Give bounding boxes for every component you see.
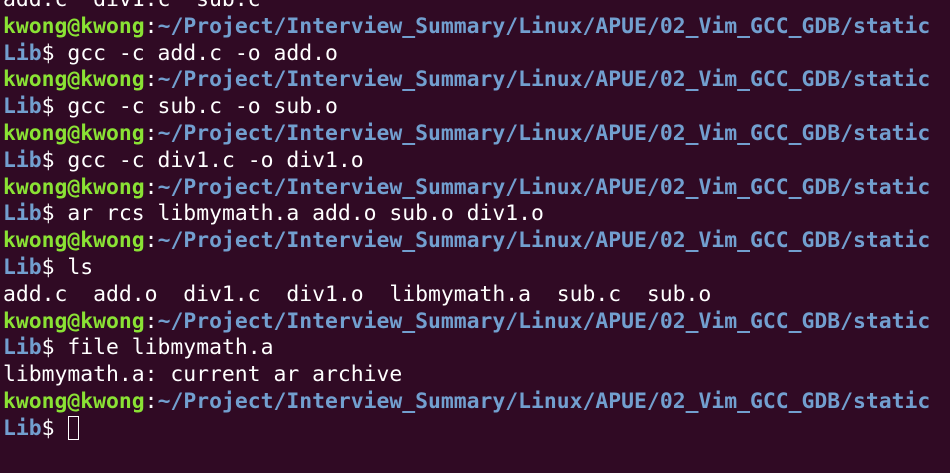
command-text: file libmymath.a: [67, 335, 274, 361]
user-host: kwong@kwong: [3, 228, 145, 254]
prompt-line-cont: Lib$ file libmymath.a: [3, 335, 950, 362]
prompt-symbol: $: [41, 94, 68, 120]
prompt-separator: :: [144, 388, 158, 414]
prompt-line: kwong@kwong:~/Project/Interview_Summary/…: [3, 121, 950, 148]
prompt-path-cont: Lib: [3, 147, 42, 173]
user-host: kwong@kwong: [3, 120, 145, 146]
prompt-line-cont: Lib$ ls: [3, 255, 950, 282]
prompt-symbol: $: [41, 335, 68, 361]
terminal-window[interactable]: add.c div1.c sub.c kwong@kwong:~/Project…: [0, 0, 950, 473]
command-text: gcc -c add.c -o add.o: [67, 40, 338, 66]
user-host: kwong@kwong: [3, 67, 145, 93]
prompt-path-cont: Lib: [3, 254, 42, 280]
user-host: kwong@kwong: [3, 174, 145, 200]
user-host: kwong@kwong: [3, 388, 145, 414]
prompt-path-cont: Lib: [3, 94, 42, 120]
command-text: gcc -c div1.c -o div1.o: [67, 147, 364, 173]
active-prompt-line[interactable]: Lib$: [3, 415, 950, 443]
cursor-block[interactable]: [68, 415, 80, 440]
prompt-path: ~/Project/Interview_Summary/Linux/APUE/0…: [157, 67, 931, 93]
prompt-separator: :: [144, 174, 158, 200]
prompt-path-cont: Lib: [3, 201, 42, 227]
prompt-separator: :: [144, 228, 158, 254]
prompt-line: kwong@kwong:~/Project/Interview_Summary/…: [3, 14, 950, 41]
ls-output: add.c add.o div1.c div1.o libmymath.a su…: [3, 281, 712, 307]
prompt-symbol: $: [41, 40, 68, 66]
prompt-path: ~/Project/Interview_Summary/Linux/APUE/0…: [157, 388, 931, 414]
prompt-line-cont: Lib$ gcc -c sub.c -o sub.o: [3, 94, 950, 121]
prompt-line: kwong@kwong:~/Project/Interview_Summary/…: [3, 228, 950, 255]
prompt-line-cont: Lib$ gcc -c add.c -o add.o: [3, 41, 950, 68]
prompt-line: kwong@kwong:~/Project/Interview_Summary/…: [3, 389, 950, 416]
prompt-line-cont: Lib$ gcc -c div1.c -o div1.o: [3, 148, 950, 175]
prompt-path-cont: Lib: [3, 335, 42, 361]
prompt-line: kwong@kwong:~/Project/Interview_Summary/…: [3, 67, 950, 94]
command-text: ls: [67, 254, 94, 280]
command-text: ar rcs libmymath.a add.o sub.o div1.o: [67, 201, 544, 227]
prompt-separator: :: [144, 308, 158, 334]
prompt-separator: :: [144, 13, 158, 39]
output-line-top: add.c div1.c sub.c: [3, 0, 950, 14]
prompt-line-cont: Lib$ ar rcs libmymath.a add.o sub.o div1…: [3, 201, 950, 228]
prompt-path: ~/Project/Interview_Summary/Linux/APUE/0…: [157, 13, 931, 39]
prompt-symbol: $: [41, 201, 68, 227]
prompt-separator: :: [144, 67, 158, 93]
prompt-line: kwong@kwong:~/Project/Interview_Summary/…: [3, 175, 950, 202]
prompt-symbol: $: [41, 147, 68, 173]
prompt-path-cont: Lib: [3, 415, 42, 441]
prompt-symbol: $: [41, 415, 68, 441]
prompt-path: ~/Project/Interview_Summary/Linux/APUE/0…: [157, 308, 931, 334]
prompt-path: ~/Project/Interview_Summary/Linux/APUE/0…: [157, 120, 931, 146]
user-host: kwong@kwong: [3, 308, 145, 334]
user-host: kwong@kwong: [3, 13, 145, 39]
command-text: gcc -c sub.c -o sub.o: [67, 94, 338, 120]
prompt-path: ~/Project/Interview_Summary/Linux/APUE/0…: [157, 174, 931, 200]
prompt-line: kwong@kwong:~/Project/Interview_Summary/…: [3, 309, 950, 336]
prompt-symbol: $: [41, 254, 68, 280]
prompt-path-cont: Lib: [3, 40, 42, 66]
file-output: libmymath.a: current ar archive: [3, 362, 403, 388]
prompt-separator: :: [144, 120, 158, 146]
prompt-path: ~/Project/Interview_Summary/Linux/APUE/0…: [157, 228, 931, 254]
